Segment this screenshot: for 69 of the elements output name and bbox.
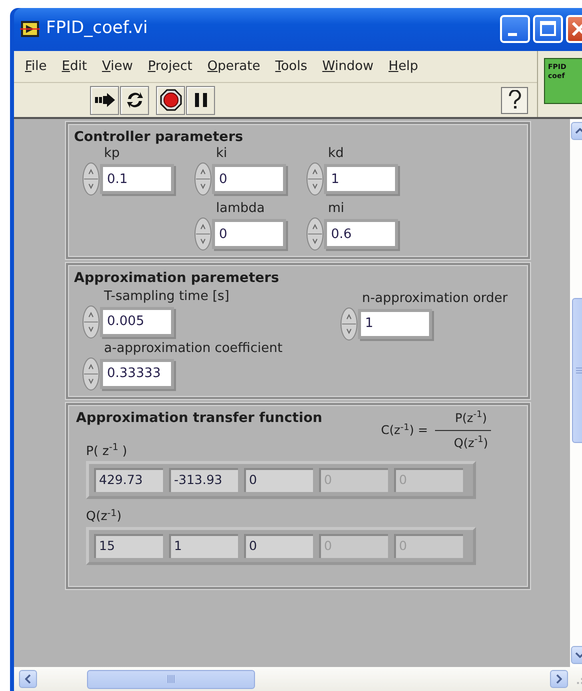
maximize-button[interactable] xyxy=(533,14,563,42)
panel-title: Approximation transfer function xyxy=(76,408,322,428)
stop-sign-icon xyxy=(160,89,182,111)
minimize-button[interactable] xyxy=(500,14,530,42)
control-label: kd xyxy=(328,146,345,162)
increment-spinner[interactable] xyxy=(82,304,100,338)
control-label: mi xyxy=(328,201,346,218)
control-label: n-approximation order xyxy=(362,290,509,306)
increment-spinner[interactable] xyxy=(82,356,100,390)
chevron-left-icon xyxy=(25,674,31,684)
array-label: P( z$^{-1}$ ) xyxy=(86,442,128,460)
increment-spinner[interactable] xyxy=(306,162,324,196)
formula-text: C(z$^{-1}$) = xyxy=(380,422,428,439)
menu-item[interactable]: File xyxy=(18,56,55,76)
chevron-up-icon xyxy=(575,128,582,134)
run-arrow-button[interactable] xyxy=(90,86,119,114)
control-label: lambda xyxy=(216,201,266,218)
panel-title: Approximation paremeters xyxy=(74,269,279,288)
menu-item[interactable]: Window xyxy=(315,56,382,76)
control-label: a-approximation coefficient xyxy=(104,340,284,356)
numeric-field[interactable]: 0.6 xyxy=(327,222,395,246)
stop-sign-button[interactable] xyxy=(156,86,185,114)
horizontal-scroll-thumb[interactable] xyxy=(87,670,255,688)
window-title: FPID_coef.vi xyxy=(46,16,149,40)
numeric-field[interactable]: 0 xyxy=(215,167,283,192)
control-label: T-sampling time [s] xyxy=(104,288,230,304)
array-element: 0 xyxy=(244,468,313,492)
scroll-left-button[interactable] xyxy=(19,670,37,688)
menu-item[interactable]: Tools xyxy=(268,56,316,76)
chevron-right-icon xyxy=(556,674,562,684)
control-label: kp xyxy=(104,146,121,162)
control-label: ki xyxy=(216,146,228,162)
pause-button[interactable] xyxy=(186,86,215,114)
panel-title: Controller parameters xyxy=(74,128,244,147)
menu-item[interactable]: Operate xyxy=(200,56,268,76)
formula-denominator: Q(z$^{-1}$) xyxy=(452,434,489,452)
question-mark-icon xyxy=(508,90,522,110)
menu-item[interactable]: View xyxy=(94,56,141,76)
vi-file-icon xyxy=(20,20,40,38)
numeric-field[interactable]: 0.1 xyxy=(103,167,171,192)
pause-icon xyxy=(194,92,208,108)
increment-spinner[interactable] xyxy=(194,162,212,196)
numeric-field[interactable]: 1 xyxy=(327,167,395,192)
increment-spinner[interactable] xyxy=(340,306,358,340)
numeric-field[interactable]: 0 xyxy=(215,222,283,246)
array-element: 1 xyxy=(169,534,238,558)
increment-spinner[interactable] xyxy=(194,217,212,252)
run-arrow-icon xyxy=(94,92,116,108)
increment-spinner[interactable] xyxy=(306,217,324,252)
cycle-arrows-icon xyxy=(124,90,144,110)
cycle-arrows-button[interactable] xyxy=(120,86,149,114)
array-element: 15 xyxy=(94,534,163,558)
scroll-right-button[interactable] xyxy=(550,670,568,688)
help-button[interactable] xyxy=(501,86,528,114)
array-label: Q(z$^{-1}$) xyxy=(86,507,122,526)
numeric-field[interactable]: 0.33333 xyxy=(103,362,171,386)
maximize-icon xyxy=(540,20,556,36)
chevron-down-icon xyxy=(575,652,582,658)
minimize-icon xyxy=(508,33,516,36)
array-element: 429.73 xyxy=(94,468,163,492)
menu-item[interactable]: Edit xyxy=(54,56,95,76)
array-element: -313.93 xyxy=(169,468,238,492)
menu-item[interactable]: Project xyxy=(140,56,200,76)
numeric-field[interactable]: 1 xyxy=(361,312,429,336)
increment-spinner[interactable] xyxy=(82,162,100,196)
menu-item[interactable]: Help xyxy=(382,56,426,76)
array-element: 0 xyxy=(244,534,313,558)
numeric-field[interactable]: 0.005 xyxy=(103,310,171,334)
formula-numerator: P(z$^{-1}$) xyxy=(435,408,491,430)
